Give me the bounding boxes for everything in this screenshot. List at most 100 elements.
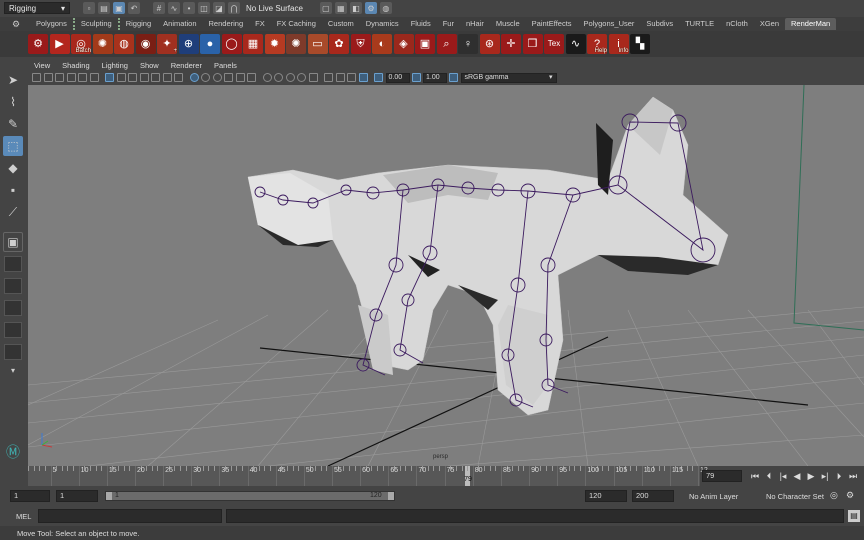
playback-start-field[interactable]: 1: [56, 490, 98, 502]
2d-pan-icon[interactable]: [78, 73, 87, 82]
safe-action-icon[interactable]: [162, 73, 172, 82]
shelf-tab-fx[interactable]: FX: [249, 18, 271, 30]
shelf-tab-fx-caching[interactable]: FX Caching: [271, 18, 322, 30]
shelf-tab-polygons[interactable]: Polygons: [30, 18, 73, 30]
snap-grid-icon[interactable]: #: [153, 2, 165, 14]
film-gate-icon[interactable]: [116, 73, 126, 82]
go-to-start-icon[interactable]: ⏮: [750, 470, 760, 482]
panel-menu-panels[interactable]: Panels: [214, 61, 237, 70]
step-forward-frame-icon[interactable]: ▸|: [820, 470, 830, 482]
playback-range-bar[interactable]: 1 120: [105, 491, 395, 501]
snap-point-icon[interactable]: •: [183, 2, 195, 14]
cube-icon[interactable]: ❒: [522, 34, 543, 54]
safe-title-icon[interactable]: [174, 73, 183, 82]
step-back-frame-icon[interactable]: |◂: [778, 470, 788, 482]
script-editor-icon[interactable]: ▤: [848, 510, 860, 522]
auto-key-icon[interactable]: ◎: [830, 490, 838, 501]
dome-light-icon[interactable]: ✹: [264, 34, 285, 54]
anim-layer-dropdown[interactable]: No Anim Layer: [689, 492, 738, 501]
shelf-tab-turtle[interactable]: TURTLE: [679, 18, 720, 30]
new-scene-icon[interactable]: ▫: [83, 2, 95, 14]
undo-icon[interactable]: ↶: [128, 2, 140, 14]
render-frame-icon[interactable]: ▦: [334, 2, 347, 14]
camera-select-icon[interactable]: [32, 73, 41, 82]
persp-graph-layout-icon[interactable]: [4, 278, 22, 294]
last-tool-icon[interactable]: ⟋: [3, 202, 23, 222]
checker-icon[interactable]: ▚: [630, 34, 650, 54]
playback-end-field[interactable]: 120: [585, 490, 627, 502]
four-view-layout-icon[interactable]: [4, 256, 22, 272]
step-forward-key-icon[interactable]: ⏵: [834, 470, 844, 482]
smooth-shade-icon[interactable]: [201, 73, 210, 82]
ambient-occlusion-icon[interactable]: [262, 73, 272, 82]
shelf-tab-subdivs[interactable]: Subdivs: [640, 18, 679, 30]
panel-menu-view[interactable]: View: [34, 61, 50, 70]
move-tool-icon[interactable]: ⬚: [3, 136, 23, 156]
step-back-key-icon[interactable]: ⏴: [764, 470, 774, 482]
isolate-select-icon[interactable]: [308, 73, 318, 82]
env-light-icon[interactable]: ✺: [286, 34, 306, 54]
shader-graph-icon[interactable]: ∿: [565, 34, 586, 54]
shelf-tab-painteffects[interactable]: PaintEffects: [526, 18, 578, 30]
hypershade-icon[interactable]: ◍: [379, 2, 392, 14]
render-pass-icon[interactable]: ▣: [415, 34, 435, 54]
key-light-icon[interactable]: ♀: [458, 34, 478, 54]
xray-icon[interactable]: [324, 73, 333, 82]
depth-of-field-icon[interactable]: [297, 73, 306, 82]
target-icon[interactable]: ⊛: [479, 34, 500, 54]
shelf-tab-animation[interactable]: Animation: [157, 18, 202, 30]
shelf-tab-xgen[interactable]: XGen: [754, 18, 785, 30]
shelf-settings-icon[interactable]: ⚙: [12, 19, 22, 29]
single-perspective-layout-icon[interactable]: ▣: [3, 232, 23, 252]
render-view-icon[interactable]: ▢: [319, 2, 332, 14]
blobby-icon[interactable]: ✿: [329, 34, 349, 54]
ring-icon[interactable]: ◯: [221, 34, 242, 54]
shelf-tab-nhair[interactable]: nHair: [460, 18, 490, 30]
play-forwards-icon[interactable]: ▶: [806, 470, 816, 482]
lights-icon[interactable]: [235, 73, 245, 82]
shelf-tab-custom[interactable]: Custom: [322, 18, 360, 30]
area-light-icon[interactable]: ▭: [307, 34, 328, 54]
batch-render-icon[interactable]: ◎ Batch: [71, 34, 91, 54]
grease-pencil-icon[interactable]: [89, 73, 99, 82]
start-time-field[interactable]: 1: [10, 490, 50, 502]
info-icon[interactable]: i Info: [608, 34, 629, 54]
ipr-render-icon[interactable]: ◧: [349, 2, 362, 14]
persp-hypershade-layout-icon[interactable]: [4, 344, 22, 360]
shelf-tab-muscle[interactable]: Muscle: [490, 18, 526, 30]
gate-mask-icon[interactable]: [139, 73, 149, 82]
command-input[interactable]: [38, 509, 222, 523]
help-icon[interactable]: ? Help: [587, 34, 607, 54]
fox-mesh[interactable]: [247, 96, 729, 416]
go-to-end-icon[interactable]: ⏭: [848, 470, 858, 482]
shelf-tab-sculpting[interactable]: Sculpting: [72, 18, 118, 30]
character-set-dropdown[interactable]: No Character Set: [766, 492, 824, 501]
anim-prefs-icon[interactable]: ⚙: [846, 490, 854, 501]
paint-select-tool-icon[interactable]: ✎: [3, 114, 23, 134]
scale-tool-icon[interactable]: ▪: [3, 180, 23, 200]
shelf-tab-rigging[interactable]: Rigging: [117, 18, 157, 30]
range-end-handle[interactable]: [388, 492, 394, 500]
time-slider-track[interactable]: 79 5 10 15 20 25 30 35 40 45 50 55 60 65 70 75 80 85 90 95…: [28, 466, 708, 486]
save-scene-icon[interactable]: ▣: [113, 2, 125, 14]
shelf-tab-polygons-user[interactable]: Polygons_User: [578, 18, 641, 30]
crosshair-icon[interactable]: ✛: [501, 34, 521, 54]
panel-menu-shading[interactable]: Shading: [62, 61, 90, 70]
snap-view-icon[interactable]: ◫: [198, 2, 210, 14]
search-icon[interactable]: ⌕: [436, 34, 457, 54]
grid-toggle-icon[interactable]: [105, 73, 114, 82]
panel-menu-renderer[interactable]: Renderer: [171, 61, 202, 70]
end-time-field[interactable]: 200: [632, 490, 674, 502]
magnet-icon[interactable]: ⋂: [228, 2, 240, 14]
shadows-icon[interactable]: [247, 73, 256, 82]
light-icon[interactable]: ✦ +: [157, 34, 177, 54]
rotate-tool-icon[interactable]: ◆: [3, 158, 23, 178]
shelf-tab-fluids[interactable]: Fluids: [405, 18, 437, 30]
range-start-handle[interactable]: [106, 492, 112, 500]
outliner-persp-layout-icon[interactable]: [4, 322, 22, 338]
render-icon[interactable]: ▶: [49, 34, 70, 54]
shelf-tab-dynamics[interactable]: Dynamics: [360, 18, 405, 30]
shelf-tab-rendering[interactable]: Rendering: [203, 18, 250, 30]
xray-joints-icon[interactable]: [335, 73, 345, 82]
texture-bake-icon[interactable]: Tex: [544, 34, 564, 54]
